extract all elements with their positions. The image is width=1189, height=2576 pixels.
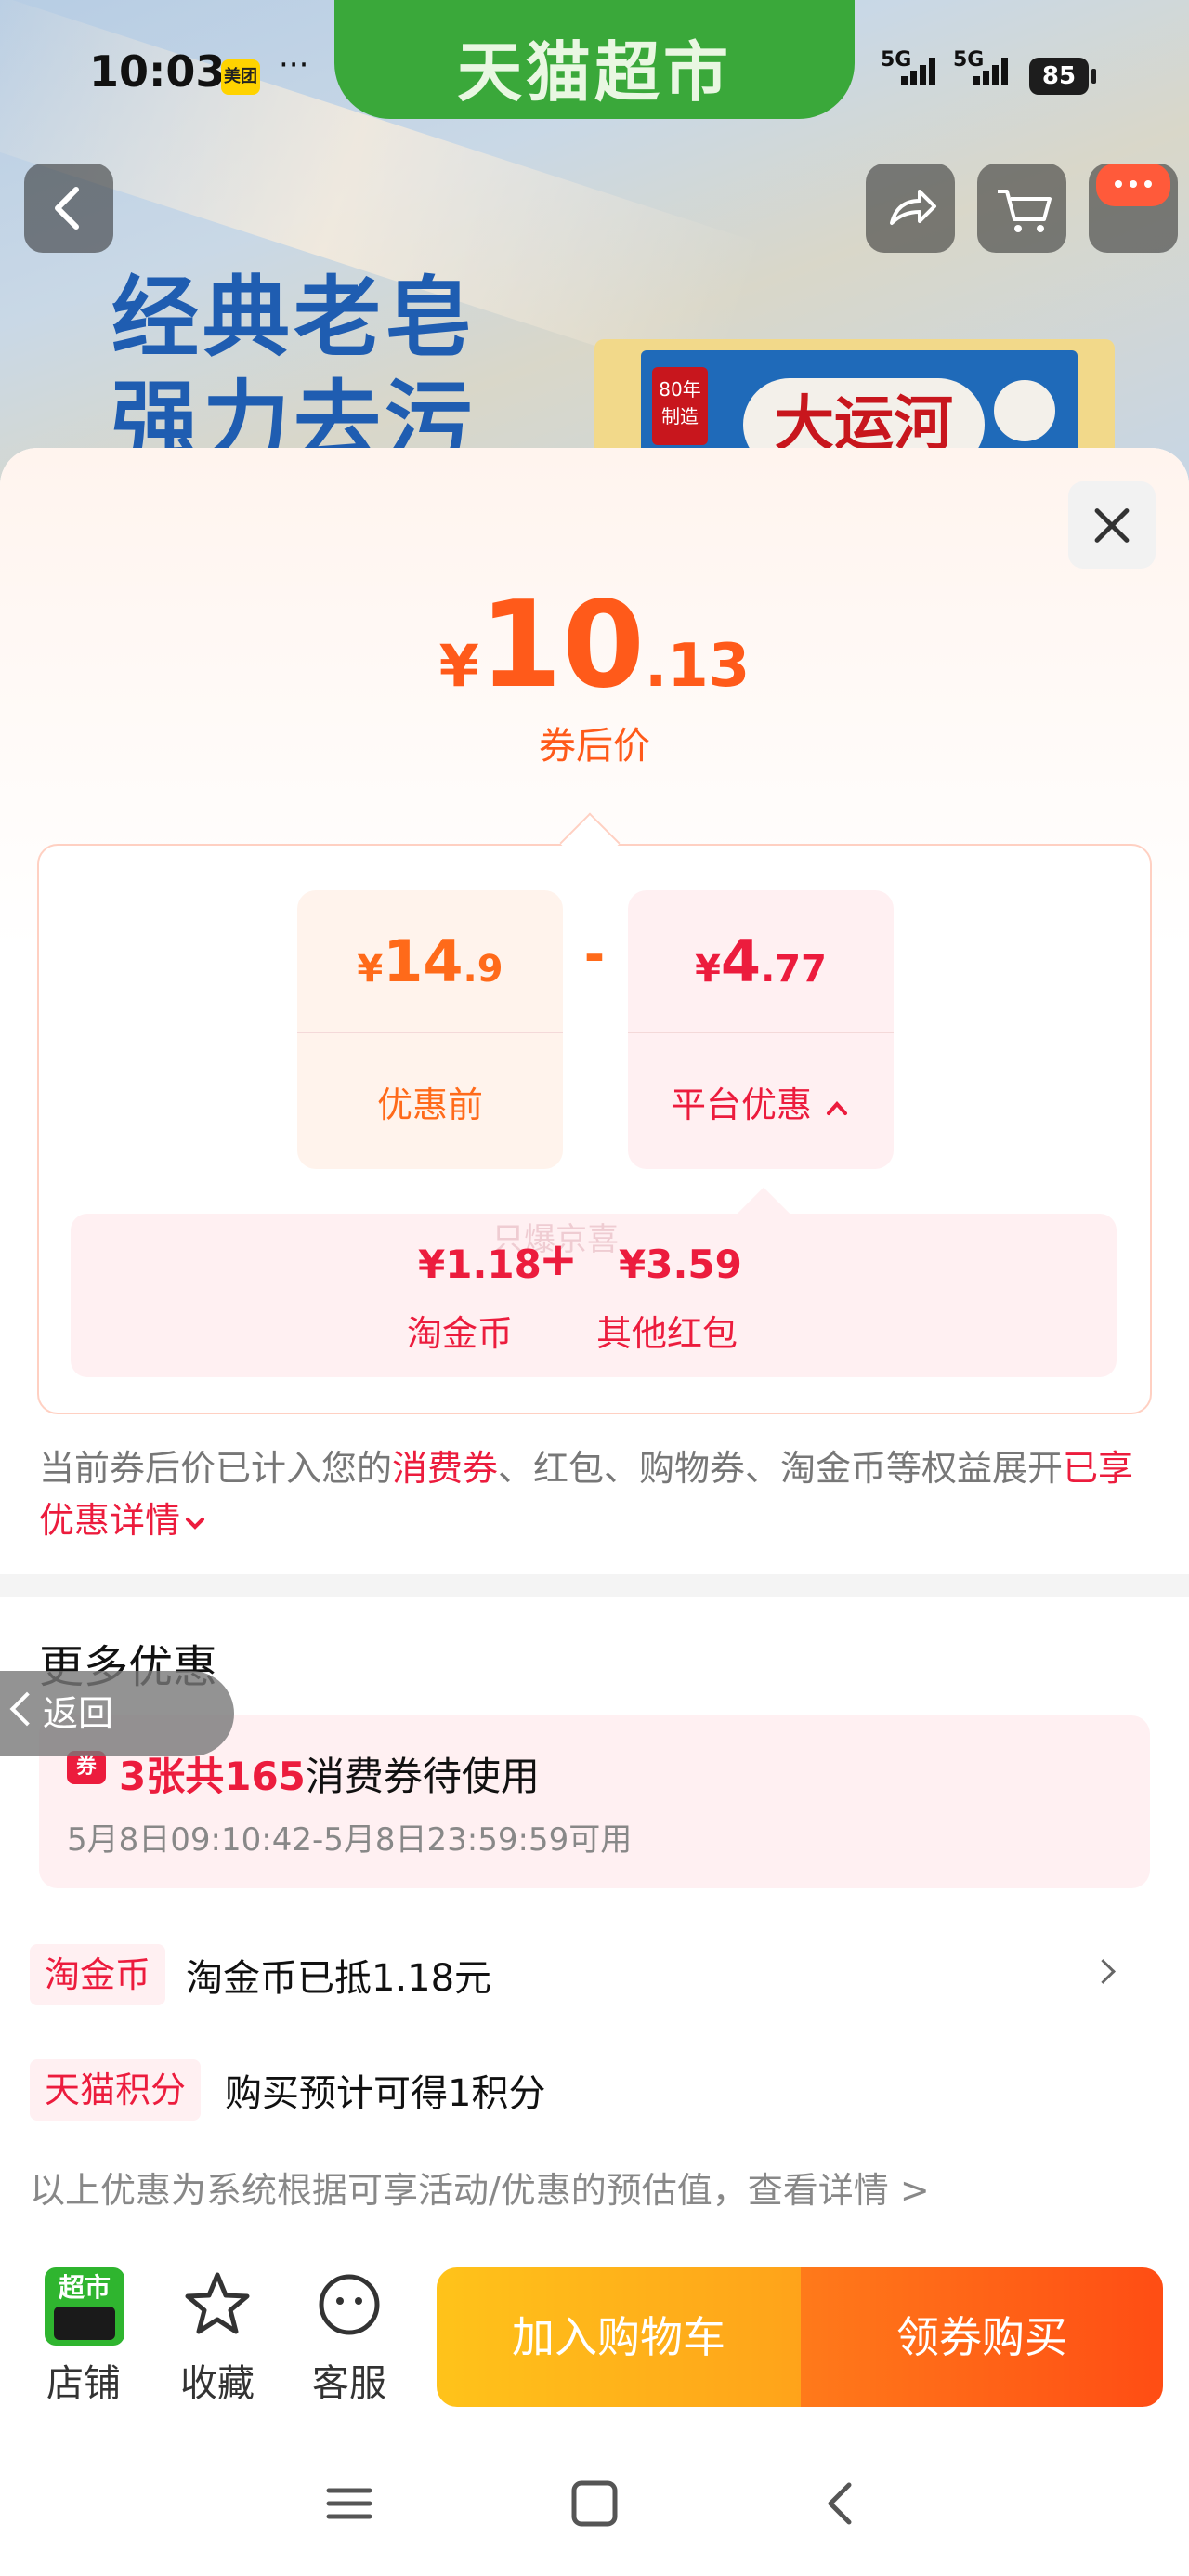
other-redpacket-label: 其他红包 <box>596 1313 738 1354</box>
meituan-app-icon: 美团 <box>221 59 260 95</box>
service-label[interactable]: 客服 <box>294 2353 405 2407</box>
original-currency: ¥ <box>357 948 384 991</box>
final-price: ¥10.13 <box>0 576 1189 715</box>
status-time: 10:03 <box>89 46 226 97</box>
coupon-count: 3张共165 <box>119 1754 306 1799</box>
platform-discount-card[interactable]: ¥4.77 平台优惠 <box>628 890 894 1169</box>
minus-operator: - <box>583 926 606 984</box>
platform-discount-label: 平台优惠 <box>628 1076 894 1127</box>
price-integer: 10 <box>478 576 645 715</box>
share-icon <box>890 190 936 225</box>
signal-bars-2-icon <box>973 58 1011 85</box>
discount-note: 当前券后价已计入您的消费券、红包、购物券、淘金币等权益展开已享优惠详情 <box>39 1442 1154 1546</box>
original-decimal: .9 <box>463 948 503 991</box>
platform-discount-amount: ¥4.77 <box>628 927 894 995</box>
soap-emblem-icon <box>990 376 1059 445</box>
note-text-1: 当前券后价已计入您的 <box>39 1448 393 1489</box>
favorite-label[interactable]: 收藏 <box>162 2353 273 2407</box>
cart-icon <box>998 190 1052 232</box>
coupon-validity: 5月8日09:10:42-5月8日23:59:59可用 <box>67 1821 633 1859</box>
chevron-down-icon <box>186 1517 205 1530</box>
original-price-label: 优惠前 <box>376 1084 483 1125</box>
section-divider <box>0 1574 1189 1597</box>
note-text-2: 、红包、购物券、淘金币等权益展开 <box>498 1448 1064 1489</box>
taojinbi-amount: ¥1.18 <box>418 1242 542 1287</box>
platform-decimal: .77 <box>761 948 827 991</box>
home-icon[interactable] <box>570 2479 619 2528</box>
store-label[interactable]: 店铺 <box>28 2353 139 2407</box>
chevron-left-icon <box>55 187 79 230</box>
back-nav-icon[interactable] <box>817 2479 866 2528</box>
note-highlight: 消费券 <box>392 1448 499 1489</box>
tmall-points-text: 购买预计可得1积分 <box>225 2072 546 2115</box>
taojinbi-label: 淘金币 <box>407 1313 514 1354</box>
brand-title: 天猫超市 <box>457 34 732 111</box>
taojinbi-tag: 淘金币 <box>30 1944 166 2005</box>
original-price-amount: ¥14.9 <box>297 927 563 995</box>
platform-label-text: 平台优惠 <box>670 1084 812 1125</box>
taojinbi-row-text[interactable]: 淘金币已抵1.18元 <box>186 1948 491 2002</box>
tmall-points-tag: 天猫积分 <box>30 2059 202 2121</box>
message-icon <box>1096 164 1170 206</box>
back-button[interactable] <box>24 164 113 253</box>
buy-with-coupon-button[interactable]: 领券购买 <box>801 2267 1163 2407</box>
price-decimal: .13 <box>644 632 751 701</box>
price-currency: ¥ <box>438 632 479 700</box>
more-button[interactable] <box>1089 164 1178 253</box>
store-icon[interactable]: 超市 <box>45 2267 124 2346</box>
soap-age-tag: 80年制造 <box>652 367 708 445</box>
add-to-cart-button[interactable]: 加入购物车 <box>437 2267 801 2407</box>
signal-bars-1-icon <box>901 58 938 85</box>
coupon-status: 消费券待使用 <box>305 1754 540 1799</box>
original-integer: 14 <box>383 927 464 995</box>
star-icon[interactable] <box>180 2267 255 2342</box>
plus-operator: + <box>539 1232 578 1286</box>
customer-service-icon[interactable] <box>312 2267 386 2342</box>
platform-currency: ¥ <box>695 948 721 991</box>
disclaimer-link[interactable]: 以上优惠为系统根据可享活动/优惠的预估值，查看详情 > <box>30 2162 930 2213</box>
other-redpacket-amount: ¥3.59 <box>619 1242 742 1287</box>
status-more-icon: ··· <box>279 46 309 84</box>
chevron-up-icon <box>827 1100 848 1115</box>
battery-icon: 85 <box>1029 58 1096 95</box>
final-price-label: 券后价 <box>539 725 650 768</box>
platform-integer: 4 <box>720 927 762 995</box>
store-icon-text: 超市 <box>58 2272 111 2303</box>
close-button[interactable] <box>1068 481 1156 569</box>
card-divider <box>297 1032 563 1033</box>
tmall-cat-icon <box>54 2307 115 2340</box>
original-price-card: ¥14.9 优惠前 <box>297 890 563 1169</box>
card-divider <box>628 1032 894 1033</box>
cart-button[interactable] <box>977 164 1066 253</box>
share-button[interactable] <box>866 164 955 253</box>
menu-icon[interactable] <box>325 2479 373 2528</box>
